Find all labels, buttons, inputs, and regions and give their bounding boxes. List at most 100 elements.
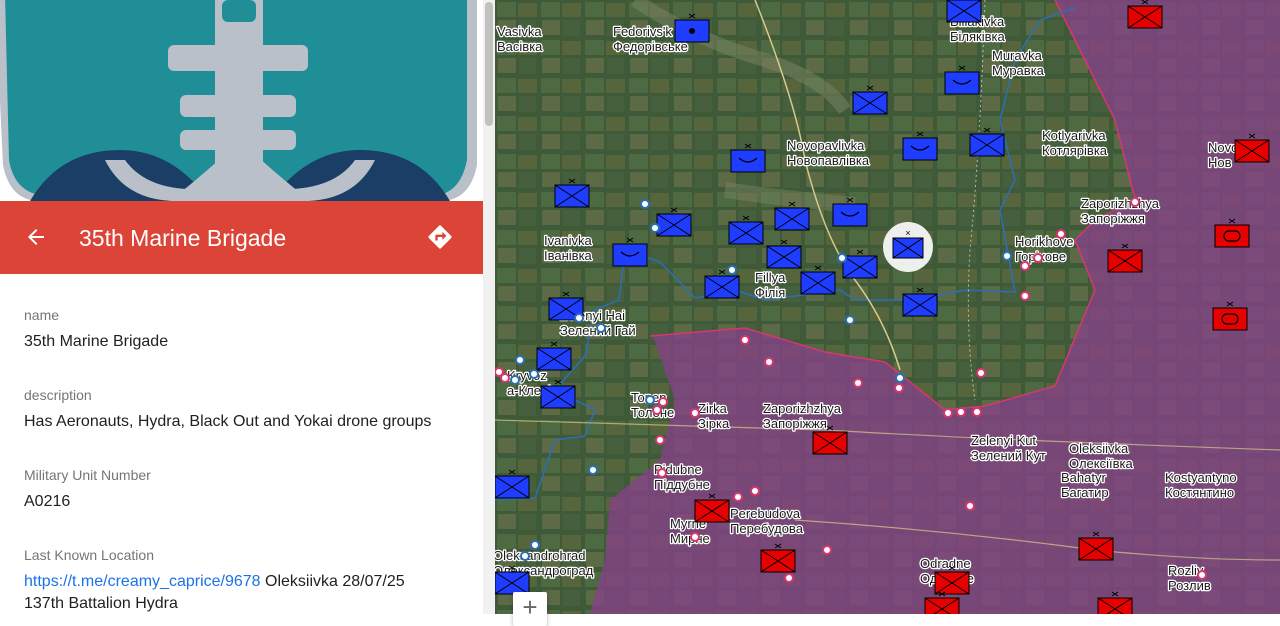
- place-label: OleksiivkaОлексіївка: [1068, 440, 1135, 473]
- enemy-position-marker[interactable]: [943, 408, 953, 418]
- friendly-position-marker[interactable]: [1002, 251, 1012, 261]
- friendly-position-marker[interactable]: [895, 373, 905, 383]
- friendly-position-marker[interactable]: [574, 313, 584, 323]
- field-label: Last Known Location: [24, 547, 154, 563]
- panel-header: 35th Marine Brigade: [0, 201, 483, 274]
- svg-text:Зелений Кут: Зелений Кут: [971, 448, 1046, 463]
- enemy-position-marker[interactable]: [784, 573, 794, 583]
- svg-text:Іванівка: Іванівка: [544, 248, 593, 263]
- svg-text:Kotlyarivka: Kotlyarivka: [1042, 128, 1106, 143]
- enemy-position-marker[interactable]: [822, 545, 832, 555]
- svg-text:Піддубне: Піддубне: [654, 477, 710, 492]
- svg-text:Zirka: Zirka: [698, 401, 728, 416]
- enemy-position-marker[interactable]: [965, 501, 975, 511]
- enemy-position-marker[interactable]: [1020, 261, 1030, 271]
- enemy-position-marker[interactable]: [657, 468, 667, 478]
- place-label: KotlyarivkaКотлярівка: [1041, 127, 1109, 160]
- enemy-position-marker[interactable]: [740, 335, 750, 345]
- enemy-position-marker[interactable]: [764, 357, 774, 367]
- friendly-position-marker[interactable]: [845, 315, 855, 325]
- svg-text:Олексіївка: Олексіївка: [1069, 456, 1133, 471]
- svg-text:Zaporizhzhya: Zaporizhzhya: [1081, 196, 1160, 211]
- enemy-position-marker[interactable]: [1197, 570, 1207, 580]
- friendly-position-marker[interactable]: [510, 375, 520, 385]
- enemy-position-marker[interactable]: [690, 408, 700, 418]
- field-last-known-location: Last Known Location https://t.me/creamy_…: [24, 546, 405, 614]
- field-label: name: [24, 307, 60, 323]
- enemy-position-marker[interactable]: [1056, 229, 1066, 239]
- enemy-position-marker[interactable]: [956, 407, 966, 417]
- panel-scrollbar[interactable]: [483, 0, 495, 614]
- svg-text:Муравка: Муравка: [992, 63, 1045, 78]
- enemy-position-marker[interactable]: [853, 378, 863, 388]
- enemy-position-marker[interactable]: [733, 492, 743, 502]
- place-label: ZirkaЗірка: [697, 400, 731, 433]
- friendly-position-marker[interactable]: [837, 253, 847, 263]
- enemy-position-marker[interactable]: [1130, 197, 1140, 207]
- selected-unit-highlight[interactable]: ×: [883, 222, 933, 272]
- svg-text:Oleksandrohrad: Oleksandrohrad: [495, 548, 586, 563]
- zoom-in-button[interactable]: +: [513, 592, 547, 626]
- place-label: VasivkaВасівка: [496, 23, 545, 56]
- scrollbar-thumb[interactable]: [485, 2, 493, 126]
- place-label: NovopavlivkaНовопавлівка: [786, 137, 871, 170]
- ukrainian-unit-symbol[interactable]: [946, 0, 982, 23]
- friendly-position-marker[interactable]: [520, 551, 530, 561]
- svg-text:Novopavlivka: Novopavlivka: [787, 138, 865, 153]
- map-canvas[interactable]: × VasivkaВасівка Fedorivs'kФедорівське B…: [495, 0, 1280, 614]
- svg-text:Ivanivka: Ivanivka: [544, 233, 592, 248]
- friendly-position-marker[interactable]: [588, 465, 598, 475]
- enemy-position-marker[interactable]: [1020, 291, 1030, 301]
- back-button[interactable]: [18, 219, 54, 255]
- enemy-position-marker[interactable]: [894, 383, 904, 393]
- svg-text:Muravka: Muravka: [992, 48, 1043, 63]
- field-label: Military Unit Number: [24, 467, 151, 483]
- directions-button[interactable]: [420, 217, 460, 257]
- enemy-position-marker[interactable]: [655, 435, 665, 445]
- svg-text:Zelenyi Kut: Zelenyi Kut: [971, 433, 1036, 448]
- friendly-position-marker[interactable]: [727, 265, 737, 275]
- enemy-position-marker[interactable]: [972, 407, 982, 417]
- svg-text:Нов: Нов: [1208, 155, 1232, 170]
- place-label: IvanivkaІванівка: [543, 232, 594, 265]
- enemy-position-marker[interactable]: [658, 397, 668, 407]
- arrow-back-icon: [28, 229, 44, 245]
- svg-text:Novo: Novo: [1208, 140, 1238, 155]
- field-value: https://t.me/creamy_caprice/9678 Oleksii…: [24, 571, 405, 614]
- svg-text:Перебудова: Перебудова: [730, 521, 804, 536]
- enemy-position-marker[interactable]: [1033, 253, 1043, 263]
- field-name: name 35th Marine Brigade: [24, 306, 168, 353]
- field-value: Has Aeronauts, Hydra, Black Out and Yoka…: [24, 413, 432, 430]
- friendly-position-marker[interactable]: [640, 199, 650, 209]
- enemy-position-marker[interactable]: [750, 486, 760, 496]
- field-label: description: [24, 387, 92, 403]
- enemy-position-marker[interactable]: [500, 373, 510, 383]
- enemy-position-marker[interactable]: [652, 405, 662, 415]
- friendly-position-marker[interactable]: [645, 395, 655, 405]
- friendly-position-marker[interactable]: [650, 223, 660, 233]
- svg-text:Vasivka: Vasivka: [497, 24, 542, 39]
- place-label: BahatyrБагатир: [1060, 469, 1110, 502]
- unit-detail-panel: 35th Marine Brigade name 35th Marine Bri…: [0, 0, 483, 614]
- source-link[interactable]: https://t.me/creamy_caprice/9678: [24, 573, 261, 590]
- enemy-position-marker[interactable]: [976, 368, 986, 378]
- friendly-position-marker[interactable]: [515, 355, 525, 365]
- svg-text:Fedorivs'k: Fedorivs'k: [613, 24, 672, 39]
- friendly-position-marker[interactable]: [596, 323, 606, 333]
- enemy-position-marker[interactable]: [690, 532, 700, 542]
- svg-text:Васівка: Васівка: [497, 39, 543, 54]
- friendly-position-marker[interactable]: [530, 540, 540, 550]
- svg-text:Fillya: Fillya: [755, 270, 786, 285]
- place-label: FillyaФілія: [754, 269, 788, 302]
- friendly-position-marker[interactable]: [529, 369, 539, 379]
- unit-emblem-image: [0, 0, 483, 201]
- place-label: MuravkaМуравка: [991, 47, 1046, 80]
- svg-text:Мирне: Мирне: [670, 531, 710, 546]
- svg-text:Зірка: Зірка: [698, 416, 730, 431]
- svg-text:×: ×: [905, 228, 910, 238]
- svg-text:Біляківка: Біляківка: [950, 29, 1005, 44]
- field-military-unit-number: Military Unit Number A0216: [24, 466, 151, 513]
- panel-title: 35th Marine Brigade: [79, 225, 287, 251]
- place-label: Zelenyi KutЗелений Кут: [970, 432, 1047, 465]
- svg-text:Котлярівка: Котлярівка: [1042, 143, 1108, 158]
